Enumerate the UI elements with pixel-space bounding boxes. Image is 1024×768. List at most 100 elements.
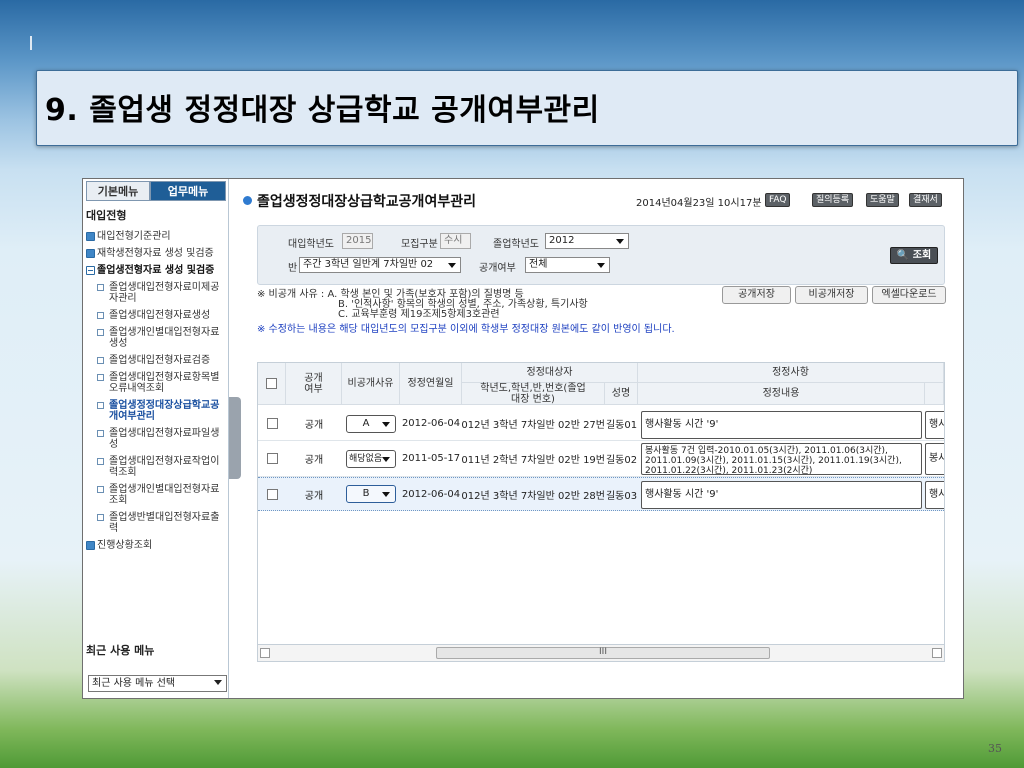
row-checkbox[interactable] bbox=[266, 488, 278, 500]
doc-icon bbox=[97, 357, 104, 364]
section-title: 대입전형 bbox=[86, 209, 127, 222]
faq-button[interactable]: FAQ bbox=[765, 193, 791, 207]
select-all-checkbox[interactable] bbox=[266, 378, 277, 389]
plus-box-icon bbox=[86, 249, 95, 258]
nav-subitem[interactable]: 졸업생대입전형자료검증 bbox=[86, 355, 228, 366]
nav-subitem[interactable]: 졸업생개인별대입전형자료생성 bbox=[86, 327, 228, 349]
chevron-down-icon bbox=[597, 263, 605, 268]
horizontal-scrollbar[interactable]: III bbox=[258, 644, 944, 661]
chevron-down-icon bbox=[448, 263, 456, 268]
row-reason-cell: A bbox=[342, 407, 400, 441]
content-input[interactable]: 봉사활동 7건 입력-2010.01.05(3시간), 2011.01.06(3… bbox=[641, 443, 922, 475]
doc-icon bbox=[97, 329, 104, 336]
nav-tabs: 기본메뉴 업무메뉴 bbox=[86, 181, 226, 201]
admission-year-field[interactable]: 2015 bbox=[342, 233, 373, 249]
doc-icon bbox=[97, 402, 104, 409]
doc-icon bbox=[97, 312, 104, 319]
scroll-thumb[interactable]: III bbox=[436, 647, 770, 659]
reason-select[interactable]: A bbox=[346, 414, 396, 433]
grad-year-select[interactable]: 2012 bbox=[545, 233, 629, 249]
row-name: 길동02 bbox=[605, 441, 638, 477]
nav-item[interactable]: 재학생전형자료 생성 및검증 bbox=[86, 248, 228, 259]
header-name: 성명 bbox=[605, 383, 638, 405]
row-checkbox[interactable] bbox=[266, 453, 278, 464]
private-save-button[interactable]: 비공개저장 bbox=[795, 286, 868, 304]
nav-subitem[interactable]: 졸업생대입전형자료항목별오류내역조회 bbox=[86, 372, 228, 394]
nav-subitem[interactable]: 졸업생대입전형자료생성 bbox=[86, 310, 228, 321]
row-date: 2012-06-04 bbox=[400, 407, 462, 441]
tab-work-menu[interactable]: 업무메뉴 bbox=[150, 181, 226, 201]
help-button[interactable]: 도움말 bbox=[866, 193, 899, 207]
nav-subitem-active[interactable]: 졸업생정정대장상급학교공개여부관리 bbox=[86, 400, 228, 422]
inquiry-button[interactable]: 질의등록 bbox=[812, 193, 854, 207]
header-extra bbox=[925, 383, 944, 405]
content-input[interactable]: 행사활동 시간 '9' bbox=[641, 481, 922, 509]
header-reason: 비공개사유 bbox=[342, 363, 400, 405]
content-input[interactable]: 행사활동 시간 '9' bbox=[641, 411, 922, 439]
chevron-down-icon bbox=[214, 680, 222, 685]
datetime: 2014년04월23일 10시17분 bbox=[636, 198, 762, 209]
class-select[interactable]: 주간 3학년 일반계 7차일반 02 bbox=[299, 257, 461, 273]
excel-download-button[interactable]: 엑셀다운로드 bbox=[872, 286, 946, 304]
doc-icon bbox=[97, 458, 104, 465]
left-nav-panel: 기본메뉴 업무메뉴 대입전형 대입전형기준관리 재학생전형자료 생성 및검증 졸… bbox=[83, 179, 229, 698]
nav-subitem[interactable]: 졸업생대입전형자료미제공자관리 bbox=[86, 282, 228, 304]
recruit-type-label: 모집구분 bbox=[401, 239, 438, 250]
extra-input[interactable]: 행사 bbox=[925, 411, 944, 439]
data-grid: 공개여부 비공개사유 정정연월일 정정대상자 학년도,학년,반,번호(졸업대장 … bbox=[257, 362, 945, 662]
chevron-down-icon bbox=[382, 421, 390, 427]
extra-input[interactable]: 행사 bbox=[925, 481, 944, 509]
warning-note: ※ 수정하는 내용은 해당 대입년도의 모집구분 이외에 학생부 정정대장 원본… bbox=[257, 324, 675, 335]
header-content: 정정내용 bbox=[638, 383, 925, 405]
page-title: 졸업생정정대장상급학교공개여부관리 bbox=[257, 194, 476, 210]
slide-title-bar: 9. 졸업생 정정대장 상급학교 공개여부관리 bbox=[36, 70, 1018, 146]
doc-icon bbox=[97, 486, 104, 493]
grad-year-label: 졸업학년도 bbox=[493, 239, 539, 250]
doc-icon bbox=[97, 430, 104, 437]
slide-title: 9. 졸업생 정정대장 상급학교 공개여부관리 bbox=[45, 93, 600, 128]
nav-item[interactable]: 대입전형기준관리 bbox=[86, 231, 228, 242]
row-checkbox[interactable] bbox=[266, 418, 278, 429]
nav-subitem[interactable]: 졸업생반별대입전형자료출력 bbox=[86, 512, 228, 534]
scroll-left-arrow[interactable] bbox=[260, 648, 270, 658]
reason-select[interactable]: 해당없음 bbox=[346, 449, 396, 468]
public-label: 공개여부 bbox=[479, 263, 516, 274]
header-select-all bbox=[258, 363, 286, 405]
plus-box-icon bbox=[86, 232, 95, 241]
recent-menu-title: 최근 사용 메뉴 bbox=[86, 644, 155, 657]
row-checkbox-cell bbox=[258, 407, 286, 441]
doc-icon bbox=[97, 514, 104, 521]
nav-item[interactable]: 진행상황조회 bbox=[86, 540, 228, 551]
header-grade-class: 학년도,학년,반,번호(졸업대장 번호) bbox=[462, 383, 605, 405]
approval-button[interactable]: 결재서 bbox=[909, 193, 942, 207]
scroll-right-arrow[interactable] bbox=[932, 648, 942, 658]
recruit-type-field[interactable]: 수시 bbox=[440, 233, 471, 249]
nav-item-expanded[interactable]: 졸업생전형자료 생성 및검증 bbox=[86, 265, 228, 276]
public-save-button[interactable]: 공개저장 bbox=[722, 286, 791, 304]
row-checkbox-cell bbox=[258, 477, 286, 511]
public-select[interactable]: 전체 bbox=[525, 257, 610, 273]
search-button[interactable]: 🔍 조회 bbox=[890, 247, 938, 264]
extra-input[interactable]: 봉사 bbox=[925, 443, 944, 475]
row-reason-cell: 해당없음 bbox=[342, 441, 400, 477]
nav-subitem[interactable]: 졸업생대입전형자료작업이력조회 bbox=[86, 456, 228, 478]
nav-subitem[interactable]: 졸업생대입전형자료파일생성 bbox=[86, 428, 228, 450]
recent-menu-select[interactable]: 최근 사용 메뉴 선택 bbox=[88, 675, 227, 692]
reason-note-3: C. 교육부훈령 제19조제5항제3호관련 bbox=[338, 309, 500, 320]
row-public: 공개 bbox=[286, 407, 342, 441]
row-public: 공개 bbox=[304, 490, 324, 502]
nav-subitem[interactable]: 졸업생개인별대입전형자료조회 bbox=[86, 484, 228, 506]
tab-basic-menu[interactable]: 기본메뉴 bbox=[86, 181, 150, 201]
header-date: 정정연월일 bbox=[400, 363, 462, 405]
doc-icon bbox=[97, 284, 104, 291]
row-checkbox-cell bbox=[258, 441, 286, 477]
app-window: 기본메뉴 업무메뉴 대입전형 대입전형기준관리 재학생전형자료 생성 및검증 졸… bbox=[82, 178, 964, 699]
row-date: 2011-05-17 bbox=[400, 441, 462, 477]
row-reason-cell: B bbox=[342, 477, 400, 511]
reason-select[interactable]: B bbox=[346, 485, 396, 503]
chevron-down-icon bbox=[382, 492, 390, 497]
search-icon: 🔍 bbox=[896, 250, 910, 261]
bullet-icon bbox=[243, 196, 252, 205]
header-target: 정정대상자 bbox=[462, 363, 638, 383]
header-item: 정정사항 bbox=[638, 363, 944, 383]
